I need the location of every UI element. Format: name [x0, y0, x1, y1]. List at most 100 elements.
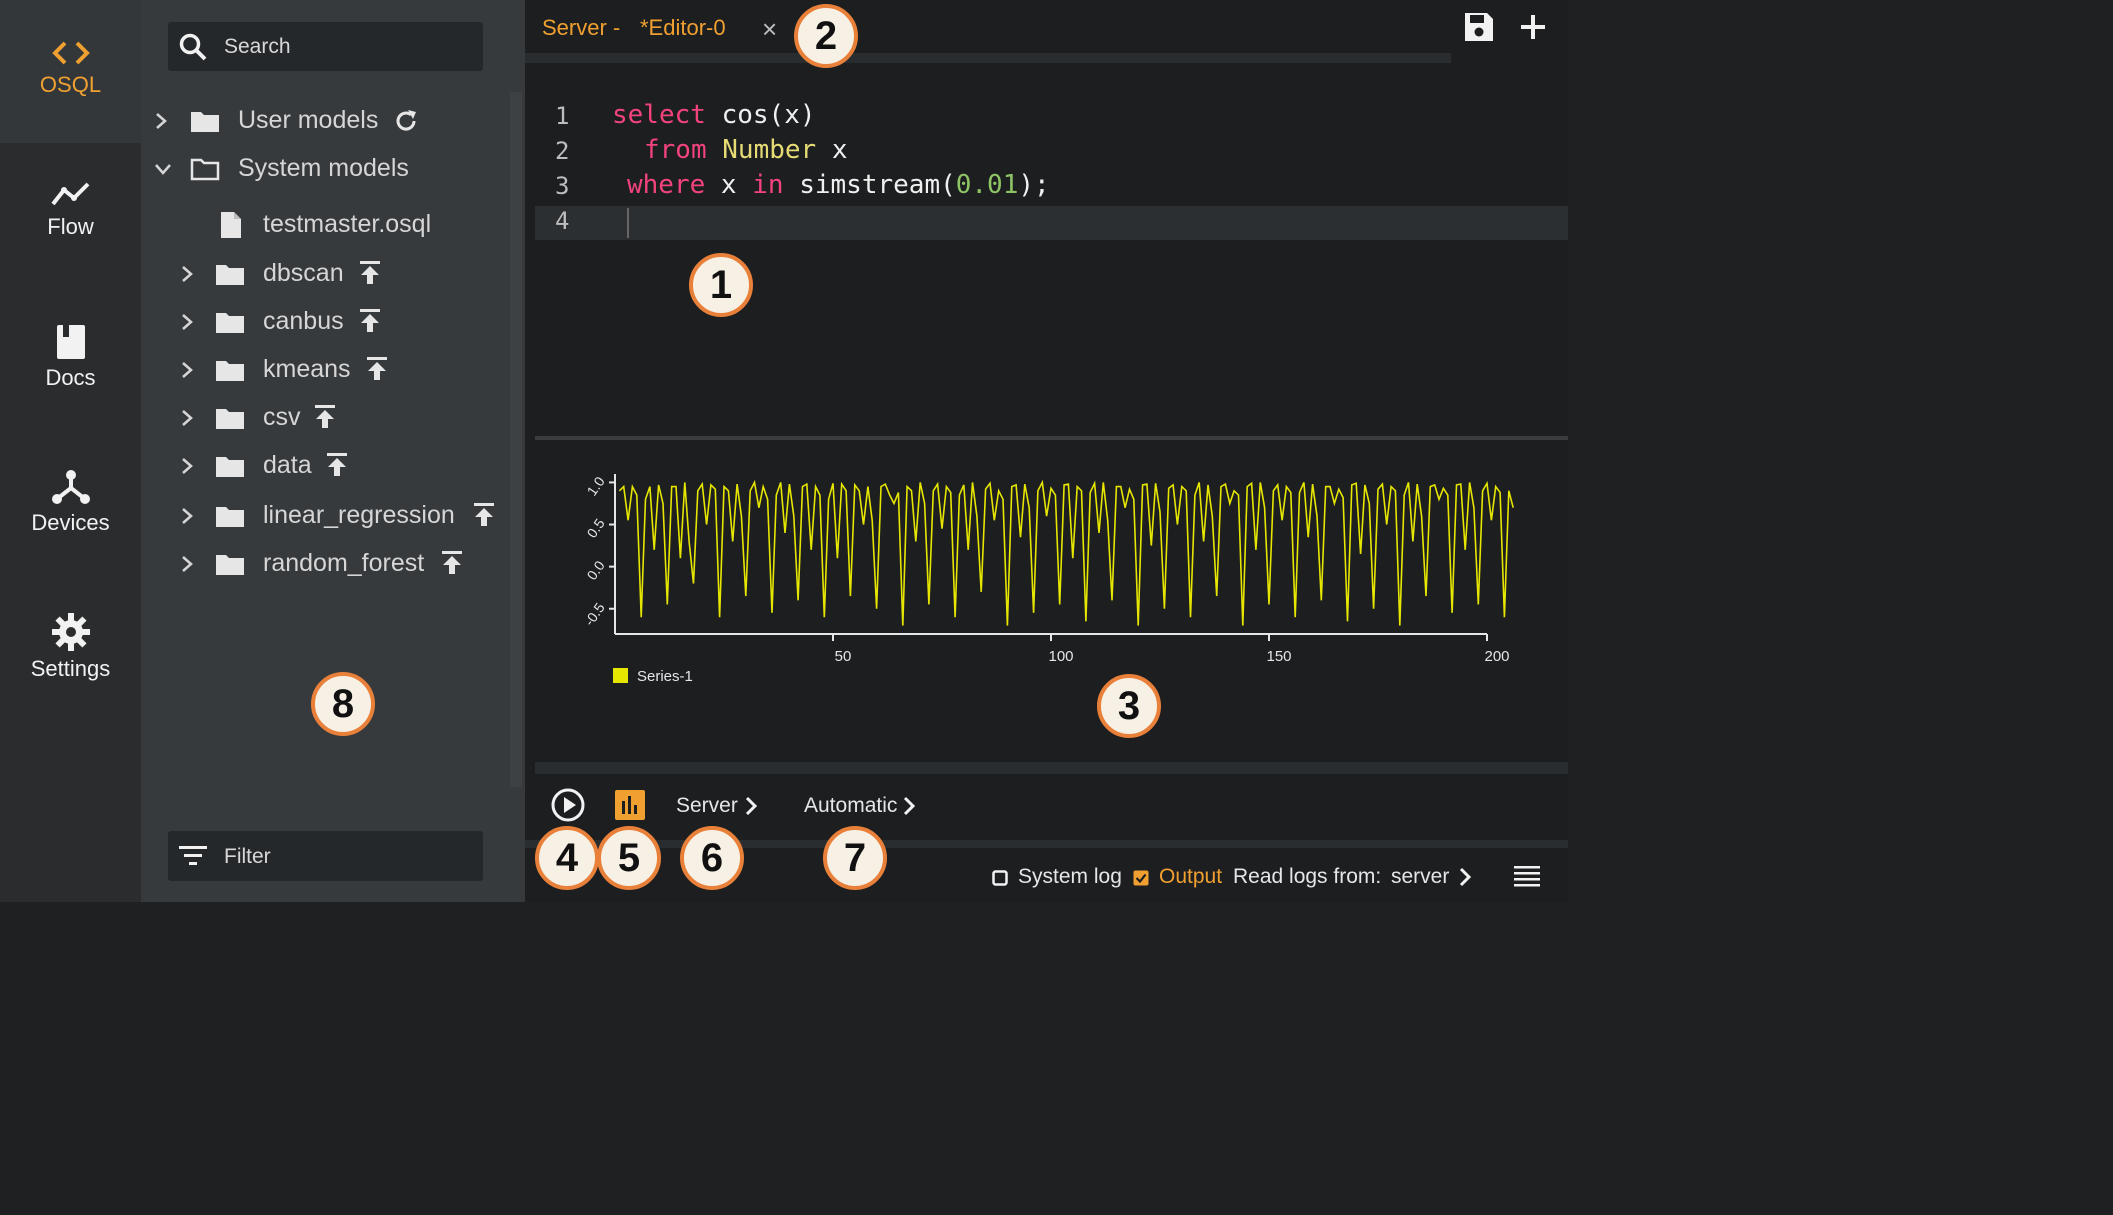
system-log-checkbox[interactable] — [992, 870, 1008, 886]
upload-icon[interactable] — [326, 452, 348, 478]
folder-icon — [216, 507, 244, 527]
tree-scrollbar[interactable] — [510, 92, 522, 787]
line-number: 2 — [555, 137, 570, 165]
nav-item-docs[interactable]: Docs — [0, 323, 141, 391]
output-checkbox[interactable] — [1133, 870, 1149, 886]
tree-item-label: dbscan — [263, 259, 344, 287]
tree-item-data[interactable]: data — [179, 449, 499, 483]
menu-lines-icon[interactable] — [1513, 865, 1541, 889]
refresh-icon[interactable] — [393, 108, 419, 134]
folder-icon — [216, 409, 244, 429]
chevron-down-icon — [155, 164, 171, 175]
text-cursor — [627, 208, 629, 238]
upload-icon[interactable] — [366, 356, 388, 382]
x-tick-label: 100 — [1048, 648, 1073, 665]
tree-item-random-forest[interactable]: random_forest — [179, 547, 499, 581]
tree-item-system-models[interactable]: System models — [153, 152, 483, 186]
add-icon[interactable] — [1519, 13, 1547, 41]
callout-badge: 4 — [535, 826, 599, 890]
chevron-right-icon — [182, 458, 193, 474]
tab-editor-0[interactable]: *Editor-0 — [640, 15, 726, 41]
filter-placeholder: Filter — [224, 845, 271, 868]
code-line-2: from Number x — [644, 135, 848, 165]
current-line-highlight — [535, 206, 1568, 240]
read-logs-source[interactable]: server — [1391, 865, 1449, 889]
tree-item-dbscan[interactable]: dbscan — [179, 257, 499, 291]
upload-icon[interactable] — [359, 260, 381, 286]
nav-label-flow: Flow — [47, 214, 94, 239]
output-label: Output — [1159, 865, 1223, 888]
upload-icon[interactable] — [473, 502, 495, 528]
tree-item-label: random_forest — [263, 549, 425, 577]
tab-scroll-track — [525, 53, 1451, 63]
legend-label: Series-1 — [637, 668, 693, 685]
upload-icon[interactable] — [314, 404, 336, 430]
tree-item-canbus[interactable]: canbus — [179, 305, 499, 339]
mode-selector[interactable]: Automatic — [804, 794, 897, 818]
y-tick-label: 1.0 — [584, 473, 608, 498]
chevron-right-icon — [182, 266, 193, 282]
folder-icon — [216, 313, 244, 333]
chevron-right-icon — [156, 113, 167, 129]
x-tick-label: 150 — [1266, 648, 1291, 665]
tab-close-icon[interactable]: × — [762, 14, 777, 45]
tree-item-user-models[interactable]: User models — [153, 104, 483, 138]
legend-swatch — [613, 668, 628, 683]
callout-badge: 6 — [680, 826, 744, 890]
search-placeholder: Search — [224, 35, 291, 58]
line-number: 4 — [555, 207, 570, 235]
filter-input[interactable]: Filter — [168, 831, 483, 881]
save-icon[interactable] — [1463, 11, 1495, 43]
chevron-right-icon[interactable] — [902, 795, 916, 817]
upload-icon[interactable] — [359, 308, 381, 334]
y-tick-label: -0.5 — [581, 600, 608, 629]
folder-icon — [216, 457, 244, 477]
series-line — [618, 479, 1514, 626]
tree-item-kmeans[interactable]: kmeans — [179, 353, 499, 387]
tree-item-csv[interactable]: csv — [179, 401, 499, 435]
play-icon[interactable] — [550, 787, 586, 823]
nav-item-devices[interactable]: Devices — [0, 468, 141, 536]
nav-item-osql[interactable]: OSQL — [0, 0, 141, 143]
book-icon — [56, 325, 85, 359]
chevron-right-icon[interactable] — [1458, 866, 1472, 888]
chevron-right-icon[interactable] — [744, 795, 758, 817]
filter-icon — [179, 846, 207, 865]
read-logs-label: Read logs from: — [1233, 865, 1382, 888]
tab-bar: Server - *Editor-0 × — [525, 0, 1568, 63]
chart-toggle-icon[interactable] — [614, 789, 646, 821]
nav-item-flow[interactable]: Flow — [0, 180, 141, 240]
search-input[interactable]: Search — [168, 22, 483, 71]
chevron-right-icon — [182, 362, 193, 378]
gear-icon — [51, 613, 90, 651]
search-icon — [179, 33, 207, 61]
x-tick-label: 50 — [835, 648, 852, 665]
upload-icon[interactable] — [441, 550, 463, 576]
panel-splitter[interactable] — [535, 436, 1568, 440]
x-tick-label: 200 — [1484, 648, 1509, 665]
run-toolbar: Server Automatic — [525, 778, 1568, 838]
network-icon — [51, 470, 90, 504]
chevron-right-icon — [182, 556, 193, 572]
nav-item-settings[interactable]: Settings — [0, 612, 141, 682]
tree-item-testmaster-osql[interactable]: testmaster.osql — [153, 208, 483, 242]
code-brackets-icon — [51, 41, 90, 65]
tab-server-label[interactable]: Server - — [542, 15, 620, 41]
chevron-right-icon — [182, 314, 193, 330]
code-editor[interactable]: 1 2 3 4 select cos(x) from Number x wher… — [525, 66, 1568, 434]
tree-item-label: System models — [238, 154, 409, 182]
folder-open-icon — [190, 158, 220, 181]
folder-icon — [216, 361, 244, 381]
model-tree-panel: Search User models System models testmas… — [141, 0, 525, 902]
tree-item-label: testmaster.osql — [263, 210, 432, 238]
nav-label-osql: OSQL — [39, 72, 102, 97]
editor-panel: Server - *Editor-0 × 1 2 3 4 select cos(… — [525, 0, 1568, 902]
tree-item-linear-regression[interactable]: linear_regression — [179, 499, 509, 533]
server-selector[interactable]: Server — [676, 794, 738, 818]
nav-label-settings: Settings — [30, 656, 111, 681]
code-line-3: where x in simstream(0.01); — [627, 170, 1050, 200]
nav-label-devices: Devices — [31, 510, 110, 535]
system-log-label: System log — [1018, 865, 1122, 888]
chart-scroll-track — [535, 762, 1568, 774]
left-navigation: OSQL Flow Docs Devices Settings — [0, 0, 141, 902]
